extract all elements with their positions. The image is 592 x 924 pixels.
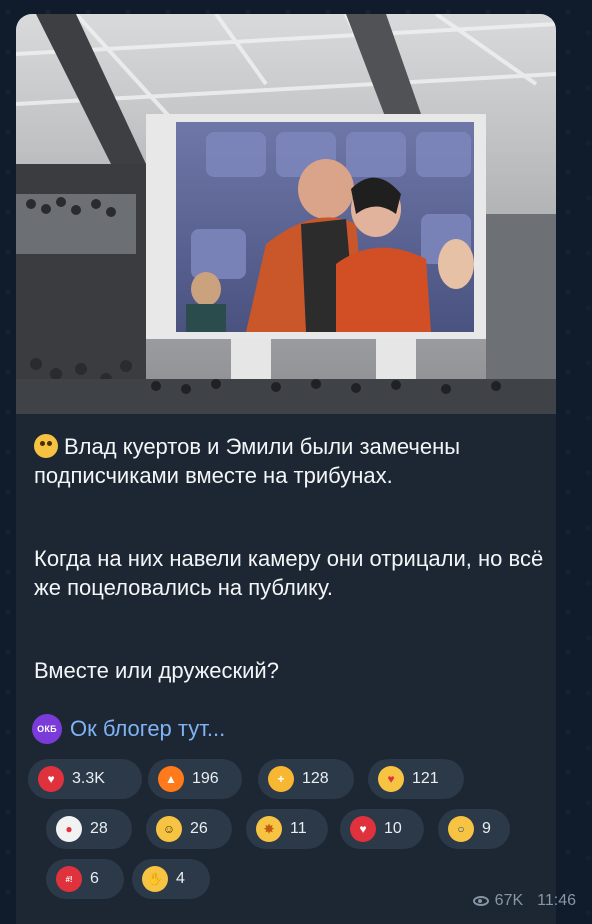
reaction-exploding-head[interactable]: ✸ 11 bbox=[246, 809, 328, 849]
reaction-clown[interactable]: ● 28 bbox=[46, 809, 132, 849]
reaction-cursing[interactable]: #! 6 bbox=[46, 859, 124, 899]
view-count: 67K bbox=[494, 892, 524, 909]
reaction-count: 26 bbox=[190, 820, 208, 837]
channel-name-link[interactable]: Ок блогер тут... bbox=[70, 716, 225, 742]
broken-heart-icon: ♥ bbox=[350, 816, 376, 842]
message-time: 11:46 bbox=[537, 892, 576, 909]
face-with-monocle-icon bbox=[34, 434, 58, 458]
reaction-count: 128 bbox=[302, 770, 329, 787]
reaction-clapping[interactable]: ✋ 4 bbox=[132, 859, 210, 899]
reaction-count: 28 bbox=[90, 820, 108, 837]
clapping-hands-icon: ✋ bbox=[142, 866, 168, 892]
paragraph-1-text: Влад куертов и Эмили были замечены подпи… bbox=[34, 434, 461, 488]
reaction-heart[interactable]: ♥ 3.3K bbox=[28, 759, 142, 799]
post-paragraph-2: Когда на них навели камеру они отрицали,… bbox=[34, 546, 544, 600]
reaction-count: 10 bbox=[384, 820, 402, 837]
reaction-count: 11 bbox=[290, 820, 307, 837]
message-bubble: Влад куертов и Эмили были замечены подпи… bbox=[16, 14, 556, 924]
reaction-thumbs-up[interactable]: + 128 bbox=[258, 759, 354, 799]
message-meta: 67K 11:46 bbox=[472, 892, 576, 910]
smiling-face-with-hearts-icon: ♥ bbox=[378, 766, 404, 792]
post-paragraph-3: Вместе или дружеский? bbox=[34, 658, 279, 683]
cursing-face-icon: #! bbox=[56, 866, 82, 892]
reaction-count: 196 bbox=[192, 770, 219, 787]
channel-avatar: ОКБ bbox=[32, 714, 62, 744]
reaction-fire[interactable]: ▲ 196 bbox=[148, 759, 242, 799]
eye-icon bbox=[472, 896, 489, 906]
reaction-grinning[interactable]: ☺ 26 bbox=[146, 809, 232, 849]
reaction-count: 6 bbox=[90, 870, 99, 887]
heart-icon: ♥ bbox=[38, 766, 64, 792]
post-photo[interactable] bbox=[16, 14, 556, 414]
reaction-count: 9 bbox=[482, 820, 491, 837]
reaction-count: 3.3K bbox=[72, 770, 105, 787]
fire-icon: ▲ bbox=[158, 766, 184, 792]
exploding-head-icon: ✸ bbox=[256, 816, 282, 842]
screaming-face-icon: ○ bbox=[448, 816, 474, 842]
reaction-count: 4 bbox=[176, 870, 185, 887]
channel-mention[interactable]: ОКБ Ок блогер тут... bbox=[32, 714, 225, 744]
reaction-count: 121 bbox=[412, 770, 439, 787]
grinning-face-icon: ☺ bbox=[156, 816, 182, 842]
reaction-broken-heart[interactable]: ♥ 10 bbox=[340, 809, 424, 849]
reaction-screaming[interactable]: ○ 9 bbox=[438, 809, 510, 849]
post-paragraph-1: Влад куертов и Эмили были замечены подпи… bbox=[34, 432, 544, 490]
reaction-smiling-hearts[interactable]: ♥ 121 bbox=[368, 759, 464, 799]
clown-face-icon: ● bbox=[56, 816, 82, 842]
thumbs-up-icon: + bbox=[268, 766, 294, 792]
